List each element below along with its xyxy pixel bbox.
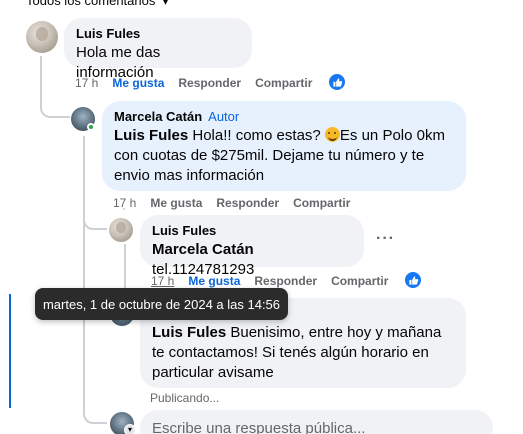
comments-filter-label: Todos los comentarios (26, 0, 156, 8)
comment-text: Luis Fules Hola!! como estas? Es un Polo… (114, 126, 454, 186)
like-button[interactable]: Me gusta (150, 196, 202, 210)
mention-link[interactable]: Luis Fules (114, 127, 188, 144)
comment-text: Luis Fules Buenisimo, entre hoy y mañana… (152, 323, 454, 383)
mention-link[interactable]: Luis Fules (152, 324, 226, 341)
publishing-status: Publicando... (150, 391, 220, 405)
comment-author-row: Marcela Catán Autor (114, 109, 454, 124)
thread-connector (40, 100, 70, 118)
comment-actions: 17 h Me gusta Responder Compartir (113, 196, 364, 210)
comment-time[interactable]: 17 h (151, 274, 174, 288)
thumbs-up-icon[interactable] (404, 271, 422, 289)
author-badge: Autor (208, 109, 240, 124)
chevron-down-icon[interactable]: ▾ (124, 424, 136, 434)
like-button[interactable]: Me gusta (188, 274, 240, 288)
comment-actions: 17 h Me gusta Responder Compartir (75, 76, 326, 90)
comment-text-part: Hola!! como estas? (188, 127, 325, 144)
reply-button[interactable]: Responder (178, 76, 241, 90)
thread-line (83, 136, 85, 412)
thumbs-up-icon[interactable] (328, 73, 346, 91)
timestamp-tooltip: martes, 1 de octubre de 2024 a las 14:56 (35, 288, 288, 320)
comments-filter[interactable]: Todos los comentarios ▾ (26, 0, 168, 8)
mention-link[interactable]: Marcela Catán (152, 241, 254, 258)
share-button[interactable]: Compartir (331, 274, 388, 288)
comment-author[interactable]: Luis Fules (76, 26, 240, 41)
avatar[interactable] (109, 218, 133, 242)
thread-connector (83, 214, 107, 230)
reply-button[interactable]: Responder (254, 274, 317, 288)
avatar[interactable] (26, 21, 58, 53)
comment-author[interactable]: Luis Fules (152, 223, 352, 238)
reply-input-placeholder: Escribe una respuesta pública... (152, 420, 366, 434)
focus-indicator (9, 294, 11, 408)
tooltip-text: martes, 1 de octubre de 2024 a las 14:56 (42, 296, 281, 312)
share-button[interactable]: Compartir (255, 76, 312, 90)
comment-bubble: Luis Fules Marcela Catán tel.1124781293 (140, 215, 364, 278)
comment-bubble: Marcela Catán Autor Luis Fules Hola!! com… (102, 101, 466, 191)
reply-input[interactable]: Escribe una respuesta pública... (140, 410, 493, 434)
comment-author[interactable]: Marcela Catán (114, 109, 202, 124)
smile-emoji-icon (324, 127, 340, 142)
reply-button[interactable]: Responder (216, 196, 279, 210)
share-button[interactable]: Compartir (293, 196, 350, 210)
more-options-icon[interactable]: ··· (376, 230, 395, 248)
comment-time[interactable]: 17 h (113, 196, 136, 210)
chevron-down-icon: ▾ (162, 0, 168, 8)
comment-bubble: Luis Fules Hola me das información (64, 18, 252, 81)
online-status-icon (87, 123, 95, 131)
comment-actions: 17 h Me gusta Responder Compartir (151, 274, 402, 288)
thread-connector (83, 408, 107, 424)
comment-time[interactable]: 17 h (75, 76, 98, 90)
like-button[interactable]: Me gusta (112, 76, 164, 90)
